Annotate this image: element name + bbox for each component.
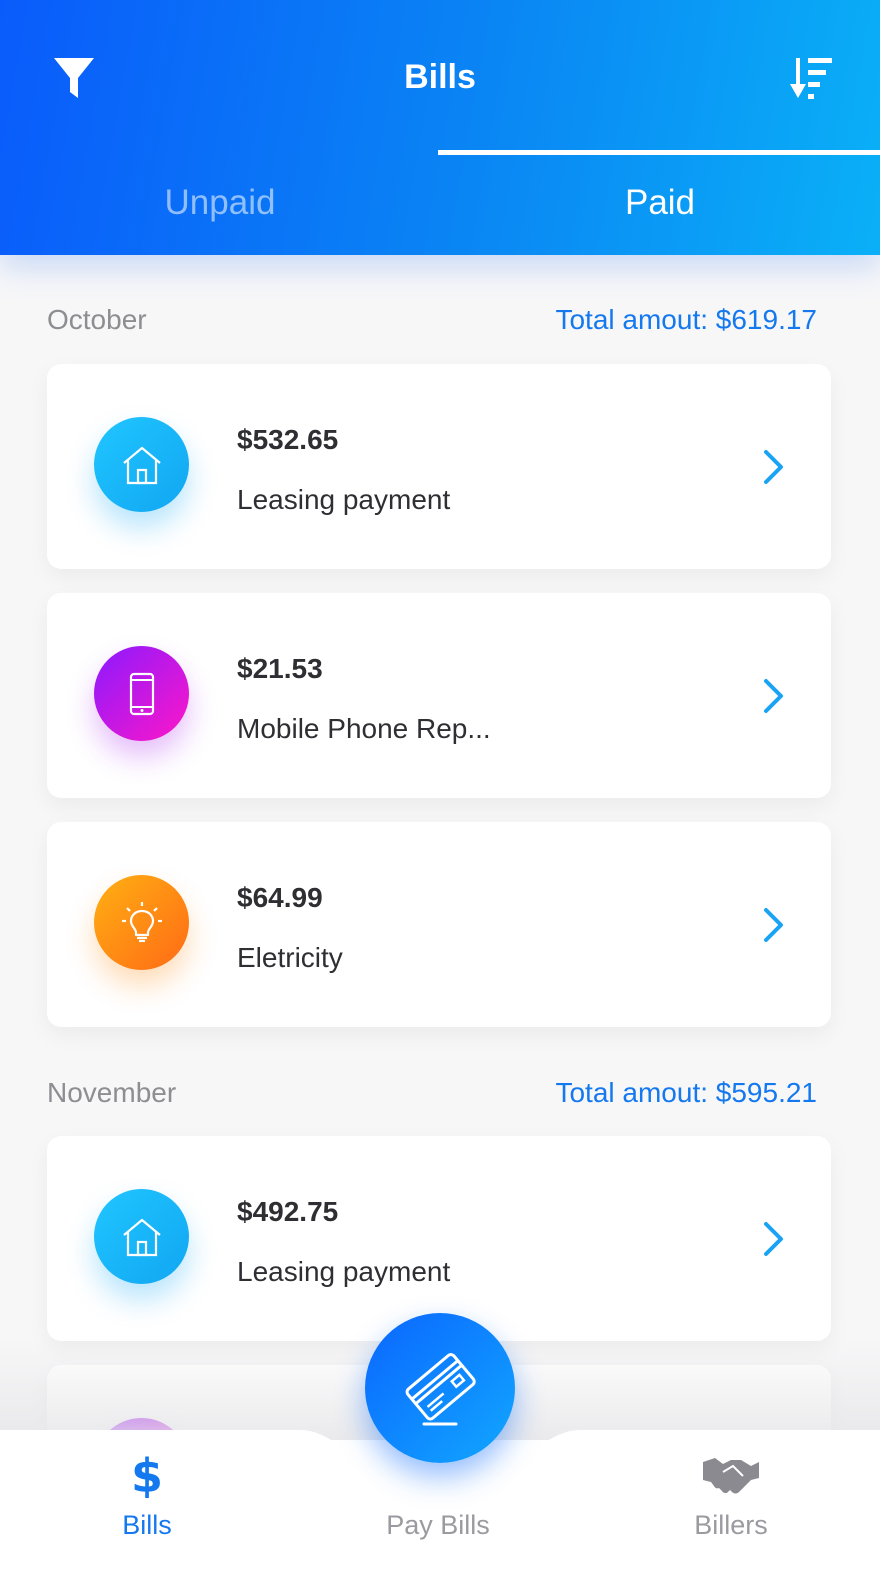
section-month: November — [47, 1077, 177, 1108]
tab-indicator — [438, 150, 880, 155]
sort-icon — [790, 58, 832, 99]
bill-amount: $532.65 — [237, 424, 339, 455]
chevron-right-icon — [764, 1222, 783, 1256]
section-total: Total amout: $595.21 — [555, 1077, 817, 1108]
bill-amount: $492.75 — [237, 1196, 339, 1227]
pay-bills-fab[interactable] — [365, 1313, 515, 1463]
bill-icon-badge — [94, 417, 189, 512]
nav-pay-bills-label: Pay Bills — [386, 1510, 490, 1540]
chevron-right-icon — [764, 908, 783, 942]
lightbulb-icon — [121, 901, 162, 942]
section-month: October — [47, 304, 147, 335]
bill-card[interactable]: $492.75 Leasing payment — [47, 1136, 831, 1341]
tab-bar: Unpaid Paid — [0, 150, 880, 255]
nav-bills[interactable]: $ Bills — [87, 1430, 207, 1570]
house-icon — [122, 1218, 161, 1256]
tab-unpaid[interactable]: Unpaid — [0, 150, 440, 255]
house-icon — [122, 446, 161, 484]
nav-bills-label: Bills — [122, 1510, 172, 1540]
bill-card[interactable]: $532.65 Leasing payment — [47, 364, 831, 569]
bill-name: Leasing payment — [237, 1256, 451, 1287]
nav-billers-label: Billers — [694, 1510, 768, 1540]
page-title: Bills — [404, 58, 476, 96]
bill-amount: $21.53 — [237, 653, 323, 684]
chevron-right-icon — [764, 679, 783, 713]
section-header-october: October Total amout: $619.17 — [47, 300, 817, 340]
bill-card[interactable]: $21.53 Mobile Phone Rep... — [47, 593, 831, 798]
header: Bills Unpaid Paid — [0, 0, 880, 255]
header-top: Bills — [0, 0, 880, 150]
bill-name: Eletricity — [237, 942, 343, 973]
credit-card-icon — [405, 1353, 476, 1426]
sort-button[interactable] — [786, 54, 836, 104]
handshake-icon — [703, 1458, 759, 1494]
bill-card[interactable]: $64.99 Eletricity — [47, 822, 831, 1027]
bill-name: Mobile Phone Rep... — [237, 713, 491, 744]
section-header-november: November Total amout: $595.21 — [47, 1073, 817, 1113]
bill-icon-badge — [94, 1189, 189, 1284]
phone-icon — [129, 672, 154, 715]
svg-text:$: $ — [131, 1449, 163, 1498]
chevron-right-icon — [764, 450, 783, 484]
bill-name: Leasing payment — [237, 484, 451, 515]
bill-icon-badge — [94, 875, 189, 970]
dollar-icon: $ — [131, 1449, 163, 1498]
bill-icon-badge — [94, 646, 189, 741]
bill-amount: $64.99 — [237, 882, 323, 913]
section-total: Total amout: $619.17 — [555, 304, 817, 335]
nav-billers[interactable]: Billers — [661, 1430, 801, 1570]
tab-paid[interactable]: Paid — [440, 150, 880, 255]
